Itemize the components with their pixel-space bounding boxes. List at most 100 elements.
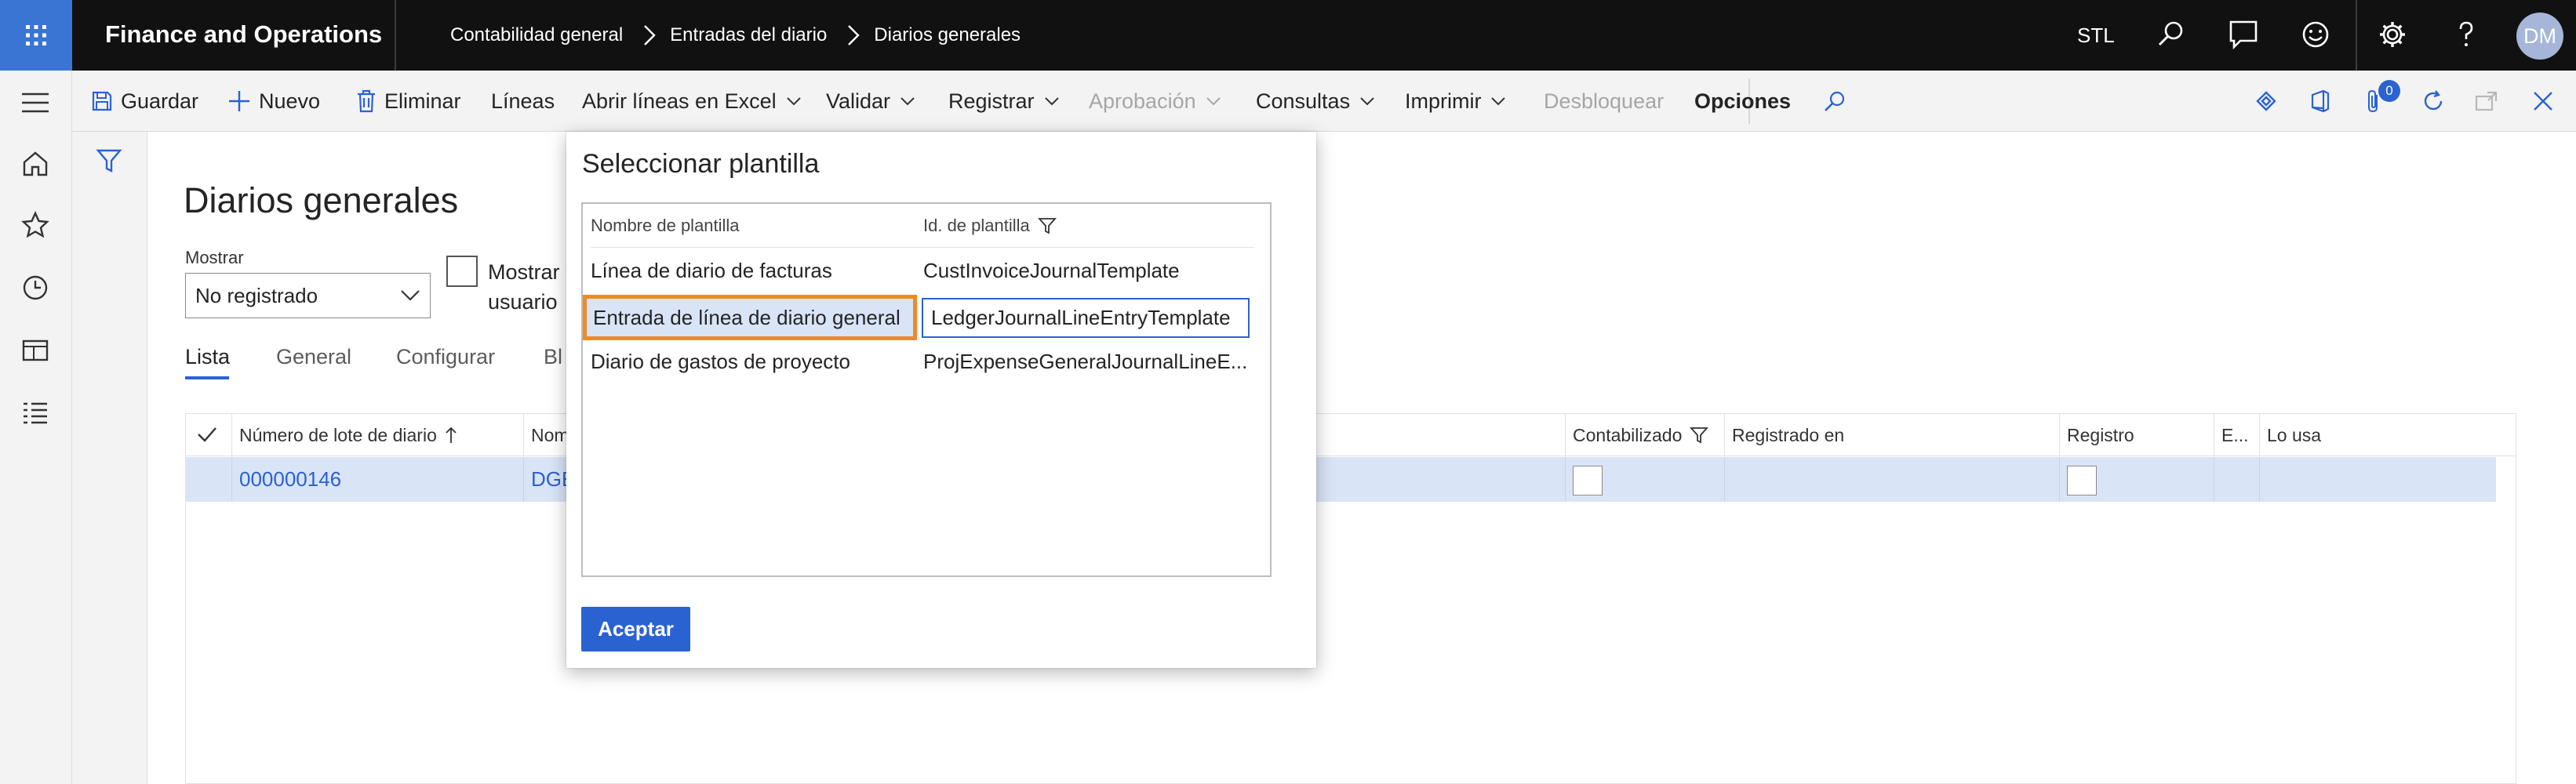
- action-search-button[interactable]: [1823, 71, 1854, 132]
- template-name-cell: Diario de gastos de proyecto: [591, 350, 850, 373]
- action-pane: Guardar Nuevo Eliminar Líneas Abrir líne…: [72, 71, 2576, 132]
- template-id-cell: ProjExpenseGeneralJournalLineE...: [923, 350, 1248, 373]
- row-divider: [1724, 457, 1725, 502]
- tab-blocking[interactable]: Bl: [544, 345, 562, 369]
- search-icon: [1825, 91, 1845, 111]
- column-header-in-use[interactable]: Lo usa: [2259, 414, 2321, 456]
- unlock-button[interactable]: Desbloquear: [1544, 71, 1664, 132]
- app-name[interactable]: Finance and Operations: [105, 0, 382, 71]
- gear-icon[interactable]: [2377, 19, 2408, 50]
- open-new-window-button[interactable]: [2474, 71, 2507, 132]
- select-all-checkmark-icon[interactable]: [197, 425, 217, 444]
- print-menu[interactable]: Imprimir: [1405, 71, 1506, 132]
- show-filter-value: No registrado: [195, 284, 318, 307]
- new-label: Nuevo: [259, 89, 321, 113]
- save-icon: [92, 91, 112, 111]
- validate-label: Validar: [826, 89, 891, 113]
- avatar[interactable]: DM: [2516, 13, 2563, 60]
- close-icon: [2534, 92, 2552, 111]
- help-icon[interactable]: [2450, 19, 2482, 50]
- column-header-template-name[interactable]: Nombre de plantilla: [591, 204, 740, 248]
- waffle-icon[interactable]: [0, 0, 72, 71]
- left-navigation: [0, 71, 72, 784]
- top-bar: Finance and Operations Contabilidad gene…: [0, 0, 2576, 71]
- popout-icon: [2475, 91, 2498, 111]
- modules-list-icon[interactable]: [20, 398, 50, 428]
- lines-button[interactable]: Líneas: [491, 71, 555, 132]
- chevron-down-icon: [1491, 97, 1506, 106]
- workspace-icon[interactable]: [20, 336, 50, 365]
- row-divider: [1565, 457, 1566, 502]
- column-header-template-id-label: Id. de plantilla: [923, 216, 1030, 235]
- open-in-excel-menu[interactable]: Abrir líneas en Excel: [582, 71, 802, 132]
- chevron-right-icon: [644, 25, 656, 45]
- tab-setup[interactable]: Configurar: [396, 345, 495, 369]
- show-user-checkbox[interactable]: [446, 256, 478, 287]
- approval-menu[interactable]: Aprobación: [1089, 71, 1221, 132]
- column-header-name[interactable]: Nom: [523, 414, 569, 456]
- column-header-posted-on[interactable]: Registrado en: [1724, 414, 1844, 456]
- show-filter-select[interactable]: No registrado: [185, 273, 431, 318]
- column-header-batch-label: Número de lote de diario: [239, 425, 437, 445]
- breadcrumb-item[interactable]: Entradas del diario: [670, 24, 827, 46]
- table-row[interactable]: 000000146 DGE: [186, 457, 2496, 502]
- template-row[interactable]: Línea de diario de facturas CustInvoiceJ…: [583, 249, 1270, 293]
- star-icon[interactable]: [20, 210, 50, 240]
- save-button[interactable]: Guardar: [91, 71, 198, 132]
- approval-label: Aprobación: [1089, 89, 1196, 113]
- filter-icon[interactable]: [96, 147, 122, 174]
- chevron-down-icon: [1206, 97, 1221, 106]
- options-tab[interactable]: Opciones: [1694, 71, 1791, 132]
- column-header-posted-label: Contabilizado: [1573, 425, 1683, 445]
- topbar-divider: [2356, 0, 2357, 71]
- home-icon[interactable]: [20, 149, 50, 179]
- column-header-template-id[interactable]: Id. de plantilla: [923, 204, 1057, 248]
- grid-header: Número de lote de diario Nom Contabiliza…: [186, 414, 2516, 456]
- template-name-cell-selected[interactable]: Entrada de línea de diario general: [583, 295, 917, 340]
- post-menu[interactable]: Registrar: [948, 71, 1060, 132]
- inquiries-menu[interactable]: Consultas: [1256, 71, 1375, 132]
- posted-checkbox[interactable]: [1573, 466, 1603, 495]
- company-picker[interactable]: STL: [2077, 0, 2115, 71]
- template-grid: Nombre de plantilla Id. de plantilla Lín…: [581, 202, 1272, 577]
- breadcrumb-item[interactable]: Diarios generales: [874, 24, 1021, 46]
- template-id-cell-focused[interactable]: LedgerJournalLineEntryTemplate: [922, 298, 1250, 338]
- post-label: Registrar: [948, 89, 1035, 113]
- template-grid-header: Nombre de plantilla Id. de plantilla: [591, 204, 1254, 248]
- chevron-down-icon: [901, 97, 915, 106]
- plus-icon: [229, 91, 249, 111]
- validate-menu[interactable]: Validar: [826, 71, 915, 132]
- print-label: Imprimir: [1405, 89, 1482, 113]
- power-apps-button[interactable]: [2254, 71, 2286, 132]
- office-button[interactable]: [2309, 71, 2339, 132]
- chat-icon[interactable]: [2228, 19, 2259, 50]
- template-name-cell: Línea de diario de facturas: [591, 259, 832, 282]
- tab-general[interactable]: General: [276, 345, 351, 369]
- breadcrumb-item[interactable]: Contabilidad general: [450, 24, 623, 46]
- chevron-down-icon: [1360, 97, 1374, 106]
- template-id-cell: CustInvoiceJournalTemplate: [923, 259, 1180, 282]
- search-icon[interactable]: [2156, 19, 2187, 50]
- office-icon: [2311, 89, 2330, 113]
- show-filter-label: Mostrar: [185, 248, 244, 267]
- show-user-label-line1: Mostrar: [488, 260, 560, 284]
- hamburger-icon[interactable]: [20, 91, 50, 114]
- template-row[interactable]: Diario de gastos de proyecto ProjExpense…: [583, 339, 1270, 384]
- log-checkbox[interactable]: [2067, 466, 2097, 495]
- delete-button[interactable]: Eliminar: [356, 71, 461, 132]
- column-header-e[interactable]: E...: [2214, 414, 2249, 456]
- column-header-log[interactable]: Registro: [2059, 414, 2134, 456]
- column-header-posted[interactable]: Contabilizado: [1565, 414, 1709, 456]
- smiley-icon[interactable]: [2300, 19, 2331, 50]
- column-header-batch[interactable]: Número de lote de diario: [231, 414, 457, 456]
- refresh-button[interactable]: [2421, 71, 2454, 132]
- inquiries-label: Consultas: [1256, 89, 1351, 113]
- new-button[interactable]: Nuevo: [227, 71, 320, 132]
- sort-ascending-icon: [446, 426, 457, 443]
- clock-icon[interactable]: [20, 273, 50, 303]
- template-row-selected[interactable]: Entrada de línea de diario general Ledge…: [583, 293, 1270, 340]
- accept-button[interactable]: Aceptar: [581, 607, 690, 652]
- batch-number-link[interactable]: 000000146: [231, 457, 341, 502]
- tab-list[interactable]: Lista: [185, 345, 230, 369]
- close-button[interactable]: [2532, 71, 2562, 132]
